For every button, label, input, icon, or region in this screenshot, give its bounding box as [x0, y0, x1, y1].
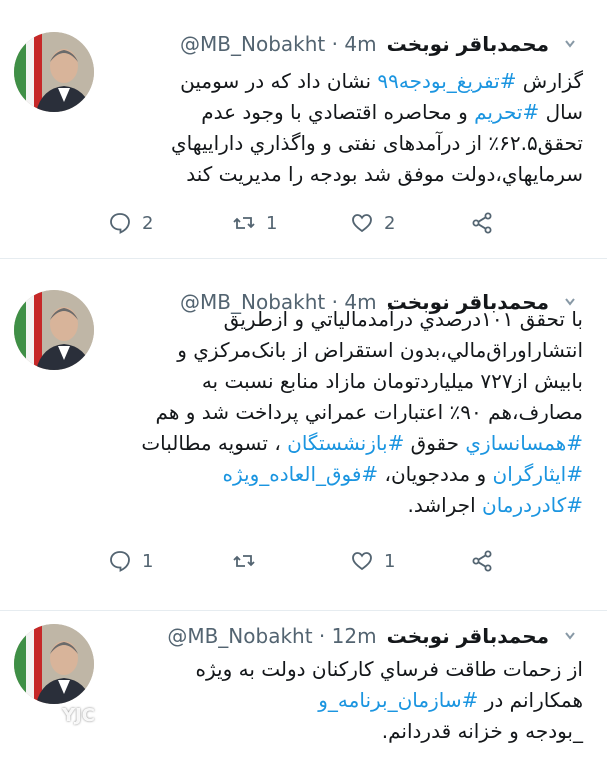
author-name[interactable]: محمدباقر نوبخت [387, 624, 549, 648]
hashtag-link[interactable]: #ايثارگران [493, 462, 583, 486]
tweet-line: سرمايهاي،دولت موفق شد بودجه را مديريت كن… [103, 159, 583, 190]
tweet-text-segment: انتشاراوراق‌مالي،بدون استقراض از بانک‌مر… [177, 338, 583, 362]
watermark-text: YJC [62, 704, 95, 726]
reply-count: 2 [142, 212, 154, 234]
hashtag-link[interactable]: #فوق_العاده_ويژه [222, 462, 378, 486]
reply-icon [110, 213, 130, 234]
tweet-line: بابيش از۷۲۷ ميليارد‌تومان مازاد منابع نس… [103, 366, 583, 397]
share-icon [472, 550, 492, 572]
tweet-line: انتشاراوراق‌مالي،بدون استقراض از بانک‌مر… [103, 335, 583, 366]
tweet-text-segment: و مددجويان، [378, 462, 493, 486]
share-icon [472, 212, 492, 234]
retweet-icon [233, 555, 255, 567]
hashtag-link[interactable]: #بازنشستگان [287, 431, 404, 455]
tweet-text-segment: ، تسويه مطالبات [141, 431, 288, 455]
tweet-3[interactable]: @MB_Nobakht · 12m محمدباقر نوبخت از زحما… [0, 610, 607, 757]
retweet-icon [233, 217, 255, 229]
retweet-count: 1 [266, 212, 278, 234]
tweet-line: #كادردرمان اجراشد. [103, 490, 583, 521]
avatar[interactable] [14, 624, 94, 704]
tweet-text-segment: حقوق [404, 431, 466, 455]
tweet-text-segment: نشان داد كه در سومين [180, 69, 378, 93]
tweet-1[interactable]: @MB_Nobakht · 4m محمدباقر نوبخت گزارش #ت… [0, 0, 607, 258]
tweet-line: همكارانم در #سازمان_برنامه_و [103, 685, 583, 716]
hashtag-link[interactable]: #همسانسازي [465, 431, 583, 455]
tweet-line: #ايثارگران و مددجويان، #فوق_العاده_ويژه [103, 459, 583, 490]
hashtag-link[interactable]: #سازمان_برنامه_و [318, 688, 478, 712]
tweet-text-segment: همكارانم در [478, 688, 583, 712]
tweet-line: با تحقق ۱۰۱درصدي درآمدمالياتي و ازطريق [103, 304, 583, 335]
tweet-text-segment: مصارف،هم ۹۰٪ اعتبارات عمراني پرداخت شد و… [155, 400, 583, 424]
heart-icon [352, 552, 372, 571]
tweet-actions: 2 1 2 [100, 208, 520, 238]
handle-time: @MB_Nobakht · 4m [180, 32, 377, 56]
tweet-text-segment: بابيش از۷۲۷ ميليارد‌تومان مازاد منابع نس… [201, 369, 583, 393]
tweet-text-segment: با تحقق ۱۰۱درصدي درآمدمالياتي و ازطريق [223, 307, 583, 331]
retweet-button[interactable]: 1 [232, 208, 277, 238]
reply-count: 1 [142, 550, 154, 572]
reply-icon [110, 551, 130, 572]
tweet-line: تحقق۶۲.۵٪ از درآمدهای نفتی و واگذاري دار… [103, 128, 583, 159]
yjc-logo-icon [26, 704, 54, 723]
tweet-text: گزارش #تفريغ_بودجه۹۹ نشان داد كه در سومي… [103, 66, 583, 190]
retweet-button[interactable] [232, 546, 266, 576]
reply-button[interactable]: 1 [108, 546, 153, 576]
like-count: 2 [384, 212, 396, 234]
share-button[interactable] [470, 208, 494, 238]
tweet-text-segment: و محاصره اقتصادي با وجود عدم [201, 100, 475, 124]
more-options-icon[interactable] [563, 626, 577, 646]
tweet-2[interactable]: @MB_Nobakht · 4m محمدباقر نوبخت با تحقق … [0, 258, 607, 610]
reply-button[interactable]: 2 [108, 208, 153, 238]
tweet-line: #همسانسازي حقوق #بازنشستگان ، تسويه مطال… [103, 428, 583, 459]
hashtag-link[interactable]: #تفريغ_بودجه۹۹ [377, 69, 516, 93]
tweet-line: مصارف،هم ۹۰٪ اعتبارات عمراني پرداخت شد و… [103, 397, 583, 428]
like-count: 1 [384, 550, 396, 572]
share-button[interactable] [470, 546, 494, 576]
tweet-text-segment: از زحمات طاقت فرساي كاركنان دولت به ويژه [195, 657, 583, 681]
tweet-line: سال #تحريم و محاصره اقتصادي با وجود عدم [103, 97, 583, 128]
tweet-header: @MB_Nobakht · 12m محمدباقر نوبخت [167, 622, 549, 650]
tweet-line: _بودجه و خزانه قدردانم. [103, 716, 583, 747]
heart-icon [352, 214, 372, 233]
like-button[interactable]: 1 [350, 546, 395, 576]
tweet-text-segment: تحقق۶۲.۵٪ از درآمدهای نفتی و واگذاري دار… [171, 131, 583, 155]
watermark: YJC [22, 700, 95, 730]
hashtag-link[interactable]: #تحريم [474, 100, 539, 124]
tweet-text-segment: اجراشد. [407, 493, 482, 517]
tweet-line: از زحمات طاقت فرساي كاركنان دولت به ويژه [103, 654, 583, 685]
tweet-text-segment: سال [539, 100, 583, 124]
more-options-icon[interactable] [563, 34, 577, 54]
like-button[interactable]: 2 [350, 208, 395, 238]
tweet-text: با تحقق ۱۰۱درصدي درآمدمالياتي و ازطريق ان… [103, 304, 583, 521]
tweet-text: از زحمات طاقت فرساي كاركنان دولت به ويژه… [103, 654, 583, 747]
avatar[interactable] [14, 290, 94, 370]
tweet-text-segment: گزارش [516, 69, 583, 93]
tweet-header: @MB_Nobakht · 4m محمدباقر نوبخت [180, 30, 549, 58]
tweet-text-segment: سرمايهاي،دولت موفق شد بودجه را مديريت كن… [186, 162, 583, 186]
hashtag-link[interactable]: #كادردرمان [482, 493, 583, 517]
tweet-line: گزارش #تفريغ_بودجه۹۹ نشان داد كه در سومي… [103, 66, 583, 97]
tweet-actions: 1 1 [100, 546, 520, 576]
handle-time: @MB_Nobakht · 12m [167, 624, 377, 648]
tweet-text-segment: _بودجه و خزانه قدردانم. [381, 719, 583, 743]
author-name[interactable]: محمدباقر نوبخت [387, 32, 549, 56]
avatar[interactable] [14, 32, 94, 112]
